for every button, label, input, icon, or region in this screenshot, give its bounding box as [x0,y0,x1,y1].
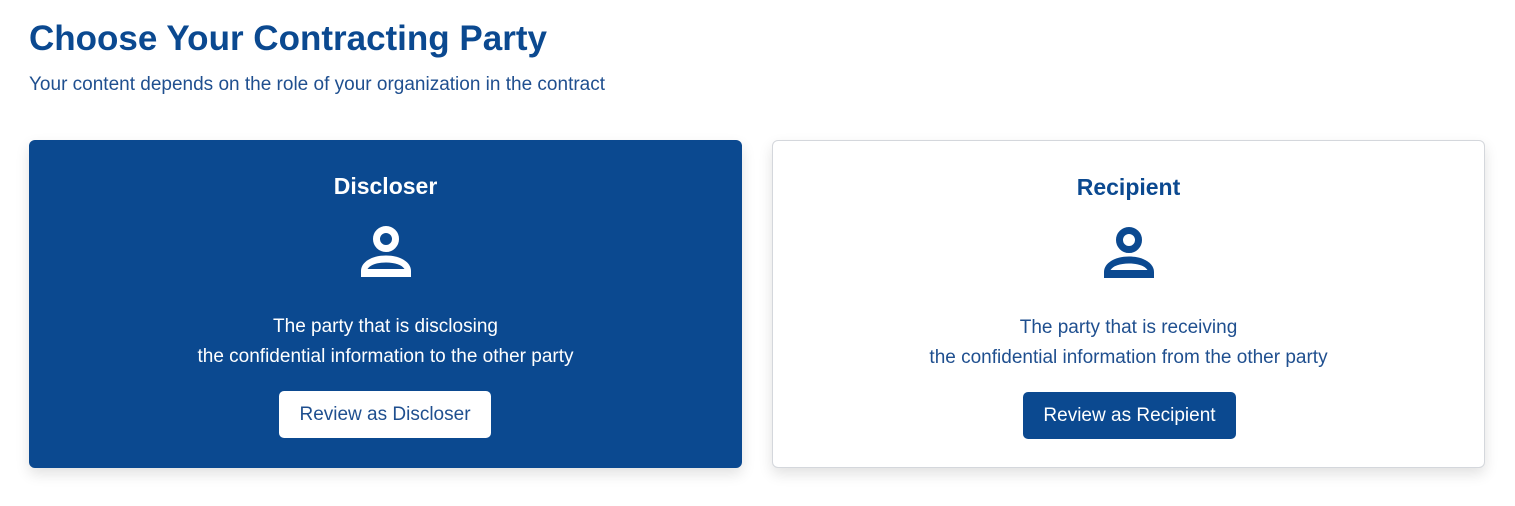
discloser-description-line-1: The party that is disclosing [273,316,498,337]
recipient-option-card[interactable]: Recipient The party that is receiving th… [772,140,1485,468]
discloser-card-title: Discloser [333,173,438,199]
recipient-description-line-1: The party that is receiving [1019,317,1238,338]
page-subtitle: Your content depends on the role of your… [29,74,606,95]
review-as-discloser-button[interactable]: Review as Discloser [279,391,491,438]
discloser-card-description: The party that is disclosing the confide… [29,312,742,372]
person-icon [360,226,411,277]
contracting-party-page: Choose Your Contracting Party Your conte… [0,0,1515,506]
review-as-recipient-button[interactable]: Review as Recipient [1023,392,1236,439]
discloser-description-line-2: the confidential information to the othe… [197,346,574,367]
recipient-description-line-2: the confidential information from the ot… [929,347,1328,368]
discloser-option-card[interactable]: Discloser The party that is disclosing t… [29,140,742,468]
person-icon [1103,227,1154,278]
recipient-card-description: The party that is receiving the confiden… [773,313,1484,373]
page-title: Choose Your Contracting Party [29,19,547,58]
recipient-card-title: Recipient [1076,174,1181,200]
